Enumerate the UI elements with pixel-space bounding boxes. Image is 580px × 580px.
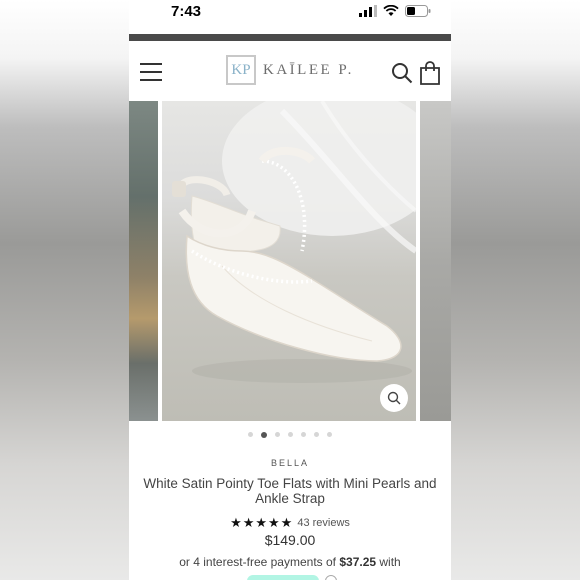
background-right xyxy=(451,0,580,580)
background-left xyxy=(0,0,129,580)
payment-provider-badge[interactable] xyxy=(247,575,319,580)
announcement-bar xyxy=(129,34,451,41)
carousel-dot[interactable] xyxy=(275,432,280,437)
product-image[interactable] xyxy=(162,101,416,421)
zoom-button[interactable] xyxy=(380,384,408,412)
status-icons xyxy=(359,5,431,17)
installment-prefix: or 4 interest-free payments of xyxy=(179,555,336,569)
carousel-pagination xyxy=(129,431,451,438)
shoes-photo xyxy=(172,101,416,383)
site-header: KP KAĪLEE P. xyxy=(129,41,451,101)
brand-logo[interactable]: KP KAĪLEE P. xyxy=(226,55,354,85)
previous-slide-preview[interactable] xyxy=(129,101,158,421)
carousel-dot[interactable] xyxy=(314,432,319,437)
review-count[interactable]: 43 reviews xyxy=(297,517,350,529)
carousel-dot[interactable] xyxy=(248,432,253,437)
search-icon[interactable] xyxy=(391,62,413,84)
installment-info: or 4 interest-free payments of $37.25 wi… xyxy=(129,555,451,569)
logo-wordmark: KAĪLEE P. xyxy=(263,61,354,78)
status-bar: 7:43 xyxy=(129,0,451,34)
next-slide-preview[interactable] xyxy=(420,101,451,421)
product-vendor[interactable]: BELLA xyxy=(129,458,451,468)
product-rating[interactable]: ★★★★★ 43 reviews xyxy=(129,515,451,531)
installment-suffix: with xyxy=(379,555,401,569)
battery-icon xyxy=(405,5,431,17)
product-image-carousel[interactable] xyxy=(129,101,451,421)
cart-icon[interactable] xyxy=(419,61,441,85)
product-price: $149.00 xyxy=(264,532,316,548)
zoom-icon xyxy=(387,391,401,405)
product-title: White Satin Pointy Toe Flats with Mini P… xyxy=(143,476,437,506)
carousel-dot-active[interactable] xyxy=(261,431,267,438)
phone-screen: 7:43 KP KAĪLEE P. BELLA White Satin Poin… xyxy=(129,0,451,580)
carousel-dot[interactable] xyxy=(327,432,332,437)
signal-icon xyxy=(359,5,377,17)
info-icon[interactable] xyxy=(325,575,337,580)
status-time: 7:43 xyxy=(171,3,202,20)
rating-stars-icon: ★★★★★ xyxy=(230,515,294,530)
logo-monogram: KP xyxy=(226,55,256,85)
hamburger-menu-icon[interactable] xyxy=(140,63,162,81)
wifi-icon xyxy=(383,5,399,16)
carousel-dot[interactable] xyxy=(288,432,293,437)
installment-amount: $37.25 xyxy=(339,555,377,569)
carousel-dot[interactable] xyxy=(301,432,306,437)
